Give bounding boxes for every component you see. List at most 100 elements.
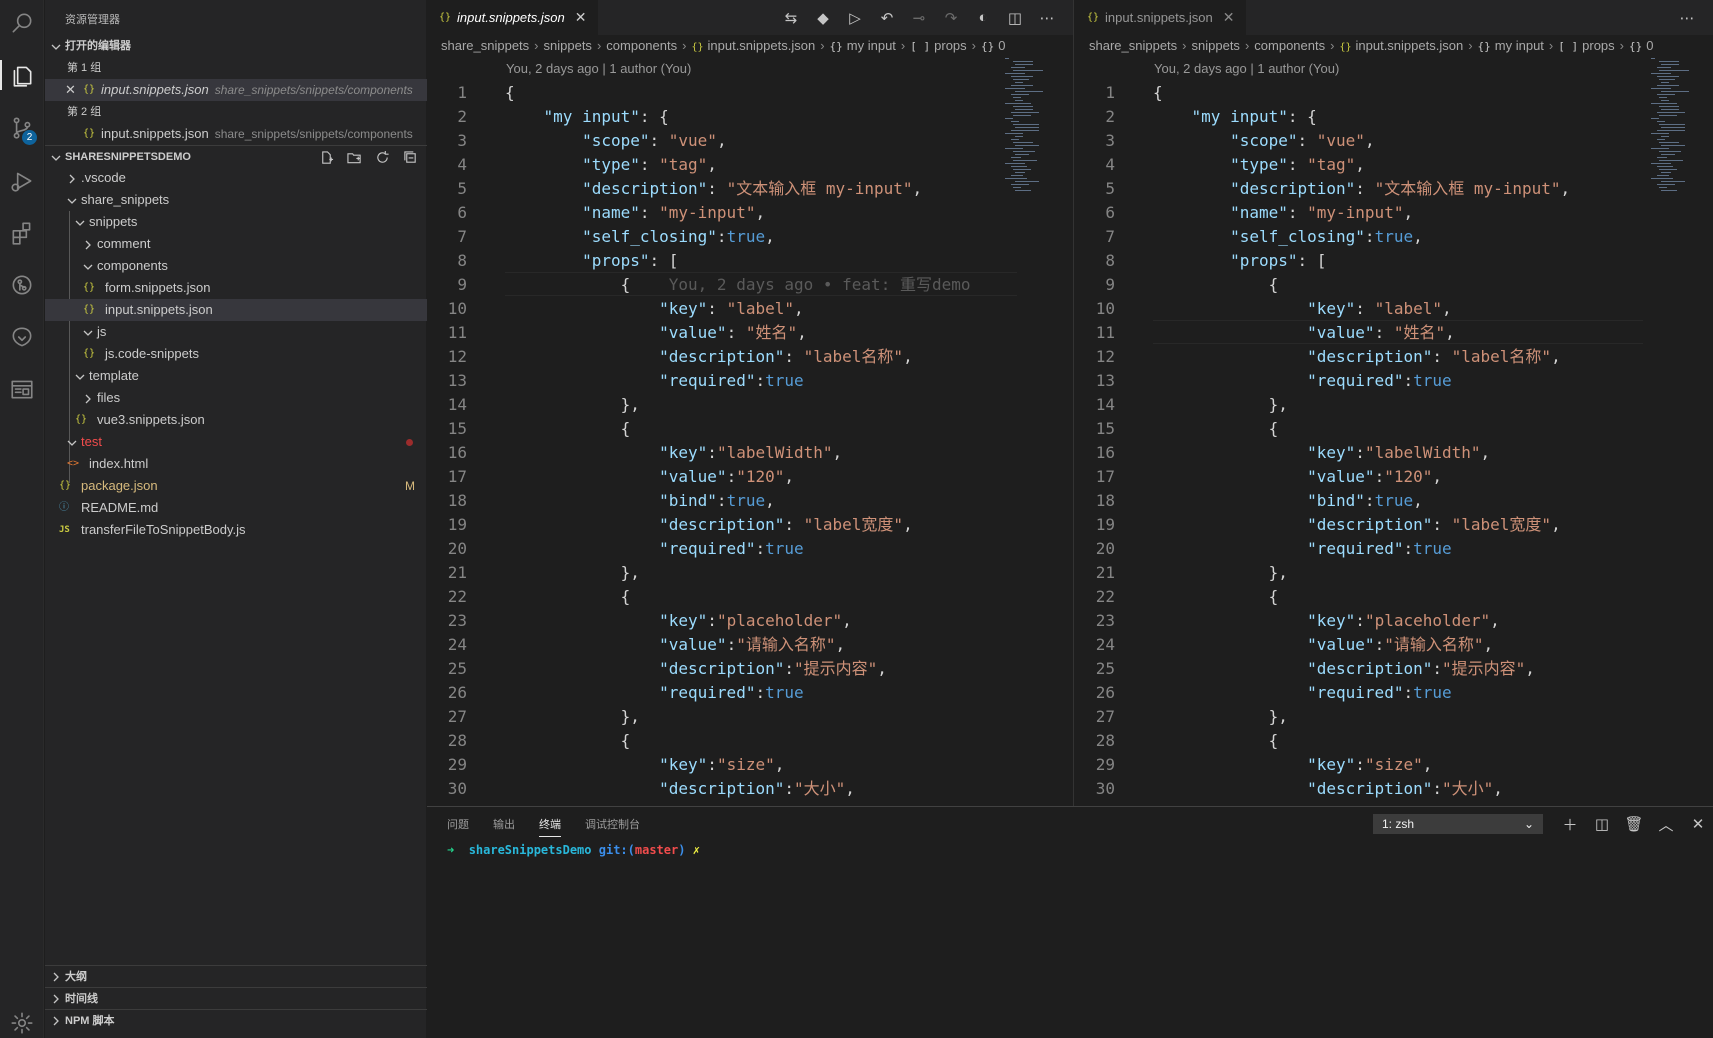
open-editors-header[interactable]: 打开的编辑器 — [45, 35, 427, 57]
tree-item[interactable]: <> index.html — [45, 453, 427, 475]
explorer-icon[interactable] — [0, 52, 44, 98]
previous-change-icon[interactable]: ↶ — [871, 0, 903, 35]
breadcrumb-item[interactable]: share_snippets — [1089, 38, 1177, 53]
close-icon[interactable]: ✕ — [65, 79, 76, 101]
breadcrumb[interactable]: share_snippets › snippets › components ›{} inp… — [441, 35, 1006, 57]
minimap[interactable] — [1649, 58, 1709, 198]
search-icon[interactable] — [0, 0, 44, 46]
code-token: , — [1525, 659, 1535, 678]
tree-item[interactable]: share_snippets — [45, 189, 427, 211]
breadcrumb-item[interactable]: snippets — [544, 38, 592, 53]
run-debug-icon[interactable] — [0, 158, 44, 204]
tree-item[interactable]: template — [45, 365, 427, 387]
line-number: 21 — [1095, 563, 1115, 582]
run-icon[interactable]: ▷ — [839, 0, 871, 35]
split-editor-icon[interactable]: ◫ — [999, 0, 1031, 35]
tree-item[interactable]: test — [45, 431, 427, 453]
tree-item[interactable]: {} form.snippets.json — [45, 277, 427, 299]
split-terminal-icon[interactable]: ◫ — [1593, 814, 1611, 834]
breadcrumb-item[interactable]: input.snippets.json — [708, 38, 816, 53]
open-editor-item-2[interactable]: {} input.snippets.json share_snippets/sni… — [45, 123, 427, 145]
minimap[interactable] — [1003, 58, 1063, 198]
breadcrumb-item[interactable]: 0 — [1646, 38, 1653, 53]
line-number: 2 — [457, 107, 467, 126]
more-actions-icon[interactable]: ⋯ — [1671, 0, 1703, 35]
new-file-icon[interactable] — [317, 146, 335, 168]
code-line: "required":true — [505, 681, 804, 705]
breadcrumb-item[interactable]: input.snippets.json — [1356, 38, 1464, 53]
tree-item[interactable]: js — [45, 321, 427, 343]
tree-item[interactable]: ⓘ README.md — [45, 497, 427, 519]
code-token: : — [1432, 347, 1452, 366]
code-token: "vue" — [1316, 131, 1365, 150]
breadcrumb-item[interactable]: props — [1582, 38, 1615, 53]
breadcrumb-item[interactable]: props — [934, 38, 967, 53]
json-file-icon: {} — [1087, 12, 1100, 23]
codelens-authors[interactable]: You, 2 days ago | 1 author (You) — [1154, 58, 1339, 80]
workspace-header[interactable]: SHARESNIPPETSDEMO — [45, 145, 427, 167]
settings-gear-icon[interactable] — [0, 1000, 44, 1038]
tree-item[interactable]: {} package.json M — [45, 475, 427, 497]
maximize-panel-icon[interactable]: ︿ — [1657, 814, 1675, 834]
open-editor-item-1[interactable]: ✕ {} input.snippets.json share_snippets/s… — [45, 79, 427, 101]
breadcrumb-item[interactable]: my input — [847, 38, 896, 53]
tree-item[interactable]: {} input.snippets.json — [45, 299, 427, 321]
panel-view-icon[interactable] — [0, 366, 44, 412]
refresh-icon[interactable] — [373, 146, 391, 168]
tree-item[interactable]: files — [45, 387, 427, 409]
close-panel-icon[interactable]: ✕ — [1689, 814, 1707, 834]
blame-toggle-icon[interactable]: ◐ — [967, 0, 999, 35]
breadcrumb-item[interactable]: 0 — [998, 38, 1005, 53]
tab-label: input.snippets.json — [457, 10, 565, 25]
git-icon[interactable]: ◆ — [807, 0, 839, 35]
extensions-icon[interactable] — [0, 210, 44, 256]
breadcrumb-item[interactable]: snippets — [1192, 38, 1240, 53]
terminal-select[interactable]: 1: zsh ⌄ — [1373, 814, 1543, 834]
code-token: , — [835, 635, 846, 654]
remote-explorer-icon[interactable] — [0, 314, 44, 360]
tree-item[interactable]: JS transferFileToSnippetBody.js — [45, 519, 427, 541]
tree-item[interactable]: {} js.code-snippets — [45, 343, 427, 365]
breadcrumb-item[interactable]: components — [1254, 38, 1325, 53]
editor-group-left[interactable]: {} input.snippets.json ✕ ⇆ ◆ ▷ ↶ ⊸ ↷ ◐ ◫… — [427, 0, 1074, 806]
codelens-authors[interactable]: You, 2 days ago | 1 author (You) — [506, 58, 691, 80]
new-terminal-icon[interactable]: ＋ — [1561, 814, 1579, 834]
next-change-icon[interactable]: ↷ — [935, 0, 967, 35]
tree-item[interactable]: components — [45, 255, 427, 277]
object-symbol-icon: {} — [981, 40, 995, 53]
terminal-prompt[interactable]: ➜ shareSnippetsDemo git:(master) ✗ — [447, 843, 700, 857]
tab-debug-console[interactable]: 调试控制台 — [585, 816, 640, 832]
timeline-section[interactable]: 时间线 — [45, 987, 427, 1009]
breadcrumb-item[interactable]: components — [606, 38, 677, 53]
more-actions-icon[interactable]: ⋯ — [1031, 0, 1063, 35]
code-token: : — [639, 155, 660, 174]
code-token: , — [765, 491, 775, 510]
source-control-icon[interactable]: 2 — [0, 105, 44, 151]
close-icon[interactable]: ✕ — [1223, 9, 1235, 26]
tab-problems[interactable]: 问题 — [447, 816, 469, 832]
tree-item[interactable]: comment — [45, 233, 427, 255]
tree-item[interactable]: {} vue3.snippets.json — [45, 409, 427, 431]
tree-item[interactable]: .vscode — [45, 167, 427, 189]
breadcrumb-item[interactable]: my input — [1495, 38, 1544, 53]
tree-item[interactable]: snippets — [45, 211, 427, 233]
compare-changes-icon[interactable]: ⇆ — [775, 0, 807, 35]
close-icon[interactable]: ✕ — [575, 9, 587, 26]
git-graph-icon[interactable] — [0, 262, 44, 308]
tab-input-snippets[interactable]: {} input.snippets.json ✕ — [427, 0, 599, 35]
new-folder-icon[interactable] — [345, 146, 363, 168]
tab-output[interactable]: 输出 — [493, 816, 515, 832]
code-token: "description" — [659, 515, 785, 534]
commit-icon[interactable]: ⊸ — [903, 0, 935, 35]
tab-terminal[interactable]: 终端 — [539, 816, 561, 837]
breadcrumb[interactable]: share_snippets › snippets › components ›{} inp… — [1089, 35, 1654, 57]
editor-group-right[interactable]: {} input.snippets.json ✕ ⋯ share_snippet… — [1075, 0, 1713, 806]
kill-terminal-icon[interactable]: 🗑 — [1624, 814, 1643, 834]
minimap-line — [1015, 100, 1023, 101]
npm-scripts-section[interactable]: NPM 脚本 — [45, 1009, 427, 1031]
breadcrumb-item[interactable]: share_snippets — [441, 38, 529, 53]
outline-section[interactable]: 大纲 — [45, 965, 427, 987]
collapse-all-icon[interactable] — [401, 146, 419, 168]
tab-input-snippets[interactable]: {} input.snippets.json ✕ — [1075, 0, 1247, 35]
